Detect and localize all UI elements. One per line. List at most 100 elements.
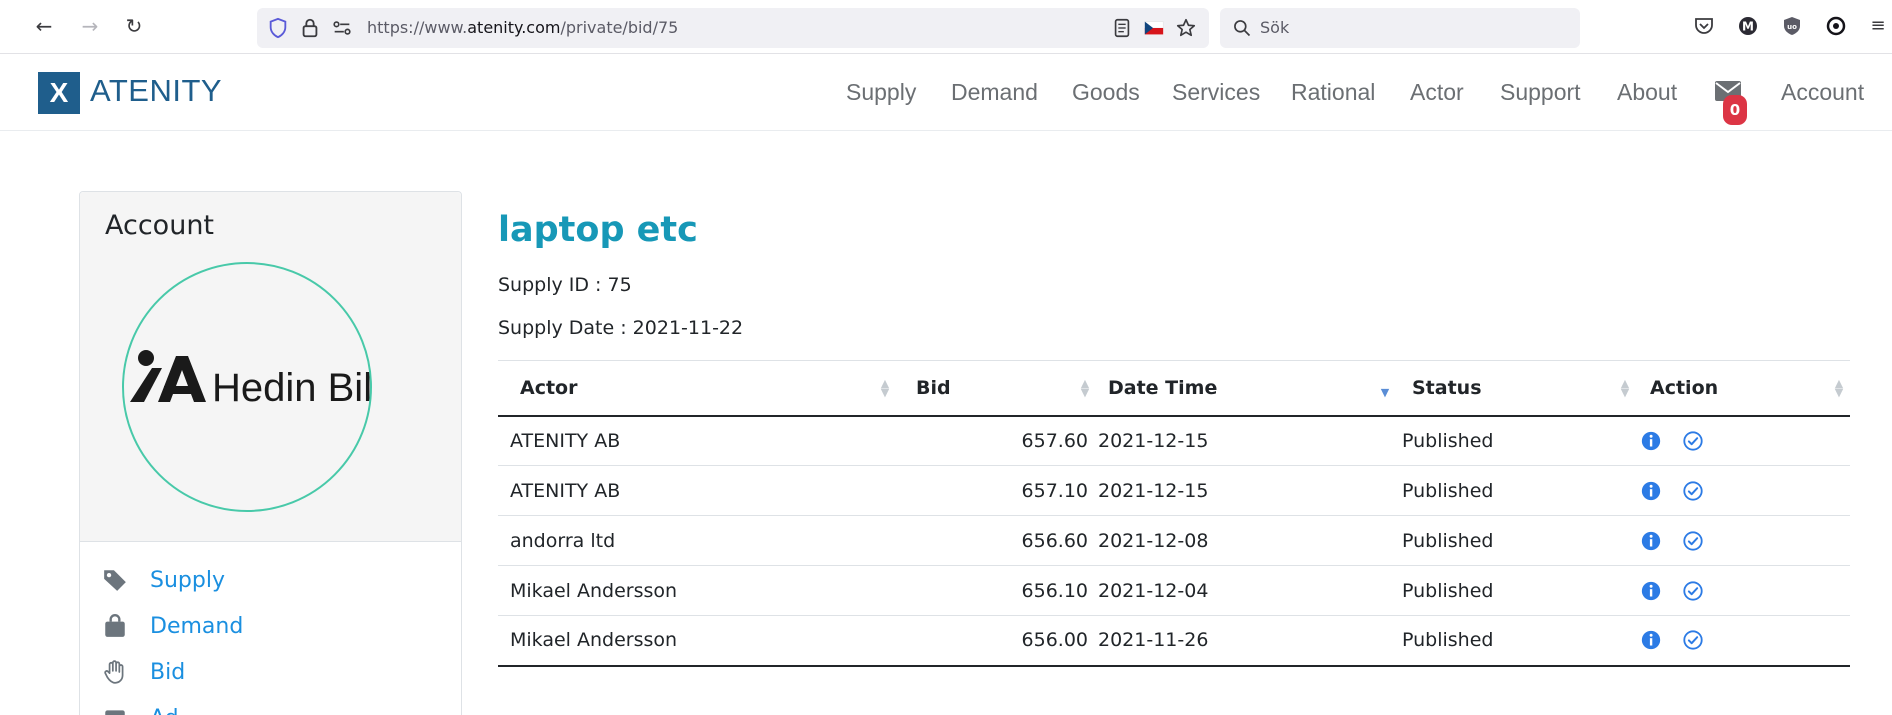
- shopping-bag-icon: [105, 613, 125, 637]
- column-header-action[interactable]: Action ▲ ▼: [1638, 361, 1850, 416]
- table-row: ATENITY AB 657.10 2021-12-15 Published: [498, 466, 1850, 516]
- pocket-icon[interactable]: [1692, 14, 1716, 38]
- address-bar[interactable]: https://www.atenity.com/private/bid/75: [257, 8, 1209, 48]
- account-m-icon[interactable]: M: [1736, 14, 1760, 38]
- sidebar-item-label[interactable]: Demand: [150, 614, 243, 639]
- sort-icon[interactable]: ▲ ▼: [880, 378, 890, 398]
- column-header-actor[interactable]: Actor ▲ ▼: [498, 361, 898, 416]
- czech-flag-icon[interactable]: [1143, 17, 1165, 39]
- cell-actor: Mikael Andersson: [510, 629, 678, 652]
- menu-icon[interactable]: ≡: [1866, 14, 1890, 38]
- supply-id: Supply ID : 75: [498, 274, 632, 296]
- svg-text:Hedin Bil: Hedin Bil: [212, 366, 372, 410]
- info-icon[interactable]: [1640, 629, 1662, 651]
- nav-actor[interactable]: Actor: [1410, 79, 1464, 106]
- svg-text:M: M: [1742, 20, 1754, 34]
- cell-action: [1638, 466, 1850, 516]
- logo-text[interactable]: ATENITY: [90, 73, 222, 109]
- lock-icon[interactable]: [299, 17, 321, 39]
- cell-action: [1638, 616, 1850, 666]
- column-header-bid[interactable]: Bid ▲ ▼: [898, 361, 1098, 416]
- sidebar-item-label[interactable]: Supply: [150, 568, 225, 593]
- nav-support[interactable]: Support: [1500, 79, 1581, 106]
- nav-goods[interactable]: Goods: [1072, 79, 1140, 106]
- search-input[interactable]: Sök: [1260, 18, 1289, 37]
- search-bar[interactable]: Sök: [1220, 8, 1580, 48]
- nav-account[interactable]: Account: [1781, 79, 1864, 106]
- cell-bid: 657.60: [1021, 429, 1088, 452]
- sort-descending-icon[interactable]: ▼: [1380, 379, 1390, 398]
- bids-table: Actor ▲ ▼ Bid ▲ ▼ Date Time ▼ Status ▲ ▼ Ac…: [498, 360, 1850, 667]
- account-card-title: Account: [105, 210, 215, 241]
- table-header-row: Actor ▲ ▼ Bid ▲ ▼ Date Time ▼ Status ▲ ▼ Ac…: [498, 360, 1850, 416]
- check-circle-icon[interactable]: [1682, 629, 1704, 651]
- sort-icon[interactable]: ▲ ▼: [1080, 378, 1090, 398]
- cell-actor: andorra ltd: [510, 529, 616, 552]
- account-card-header: Account Hedin Bil: [80, 192, 461, 542]
- ad-icon: [105, 710, 125, 715]
- reader-view-icon[interactable]: [1111, 17, 1133, 39]
- cell-bid: 657.10: [1021, 479, 1088, 502]
- cell-status: Published: [1402, 529, 1494, 552]
- reload-icon[interactable]: ↻: [122, 14, 146, 38]
- sidebar-item-label[interactable]: Bid: [150, 660, 185, 685]
- shield-icon[interactable]: [267, 17, 289, 39]
- check-circle-icon[interactable]: [1682, 430, 1704, 452]
- extension-icon[interactable]: [1824, 14, 1848, 38]
- cell-date: 2021-12-15: [1098, 479, 1209, 502]
- check-circle-icon[interactable]: [1682, 530, 1704, 552]
- cell-action: [1638, 416, 1850, 466]
- hand-icon: [104, 660, 124, 684]
- nav-rational[interactable]: Rational: [1291, 79, 1375, 106]
- cell-actor: ATENITY AB: [510, 429, 621, 452]
- url-text[interactable]: https://www.atenity.com/private/bid/75: [367, 18, 678, 37]
- permissions-icon[interactable]: [331, 17, 353, 39]
- cell-status: Published: [1402, 629, 1494, 652]
- table-row: Mikael Andersson 656.10 2021-12-04 Publishe…: [498, 566, 1850, 616]
- cell-status: Published: [1402, 429, 1494, 452]
- logo-mark[interactable]: X: [38, 72, 80, 114]
- info-icon[interactable]: [1640, 430, 1662, 452]
- cell-action: [1638, 516, 1850, 566]
- supply-date: Supply Date : 2021-11-22: [498, 317, 744, 339]
- info-icon[interactable]: [1640, 580, 1662, 602]
- nav-about[interactable]: About: [1617, 79, 1677, 106]
- account-card: Account Hedin Bil Supply Demand Bid: [79, 191, 462, 715]
- cell-date: 2021-12-15: [1098, 429, 1209, 452]
- sidebar-item-label[interactable]: Ad: [150, 706, 179, 715]
- column-header-date-time[interactable]: Date Time ▼: [1098, 361, 1398, 416]
- browser-toolbar: ← → ↻ https://www.atenity.com/private/bi…: [0, 0, 1892, 54]
- ublock-icon[interactable]: uo: [1780, 14, 1804, 38]
- cell-status: Published: [1402, 479, 1494, 502]
- sort-icon[interactable]: ▲ ▼: [1834, 378, 1844, 398]
- table-row: ATENITY AB 657.60 2021-12-15 Published: [498, 416, 1850, 466]
- search-icon: [1234, 20, 1251, 37]
- cell-bid: 656.00: [1021, 629, 1088, 652]
- bookmark-star-icon[interactable]: [1175, 17, 1197, 39]
- sort-icon[interactable]: ▲ ▼: [1620, 378, 1630, 398]
- check-circle-icon[interactable]: [1682, 580, 1704, 602]
- column-header-status[interactable]: Status ▲ ▼: [1398, 361, 1638, 416]
- nav-supply[interactable]: Supply: [846, 79, 916, 106]
- check-circle-icon[interactable]: [1682, 480, 1704, 502]
- cell-actor: Mikael Andersson: [510, 579, 678, 602]
- cell-bid: 656.60: [1021, 529, 1088, 552]
- table-row: andorra ltd 656.60 2021-12-08 Published: [498, 516, 1850, 566]
- table-row: Mikael Andersson 656.00 2021-11-26 Publishe…: [498, 616, 1850, 666]
- cell-bid: 656.10: [1021, 579, 1088, 602]
- avatar: Hedin Bil: [122, 262, 372, 512]
- forward-icon[interactable]: →: [78, 14, 102, 38]
- info-icon[interactable]: [1640, 530, 1662, 552]
- message-count-badge[interactable]: 0: [1723, 95, 1747, 125]
- svg-text:uo: uo: [1787, 23, 1797, 31]
- nav-demand[interactable]: Demand: [951, 79, 1038, 106]
- cell-actor: ATENITY AB: [510, 479, 621, 502]
- cell-status: Published: [1402, 579, 1494, 602]
- cell-action: [1638, 566, 1850, 616]
- page-title: laptop etc: [498, 210, 698, 250]
- back-icon[interactable]: ←: [32, 14, 56, 38]
- info-icon[interactable]: [1640, 480, 1662, 502]
- nav-services[interactable]: Services: [1172, 79, 1260, 106]
- cell-date: 2021-12-04: [1098, 579, 1209, 602]
- hedin-bil-logo: Hedin Bil: [130, 350, 372, 410]
